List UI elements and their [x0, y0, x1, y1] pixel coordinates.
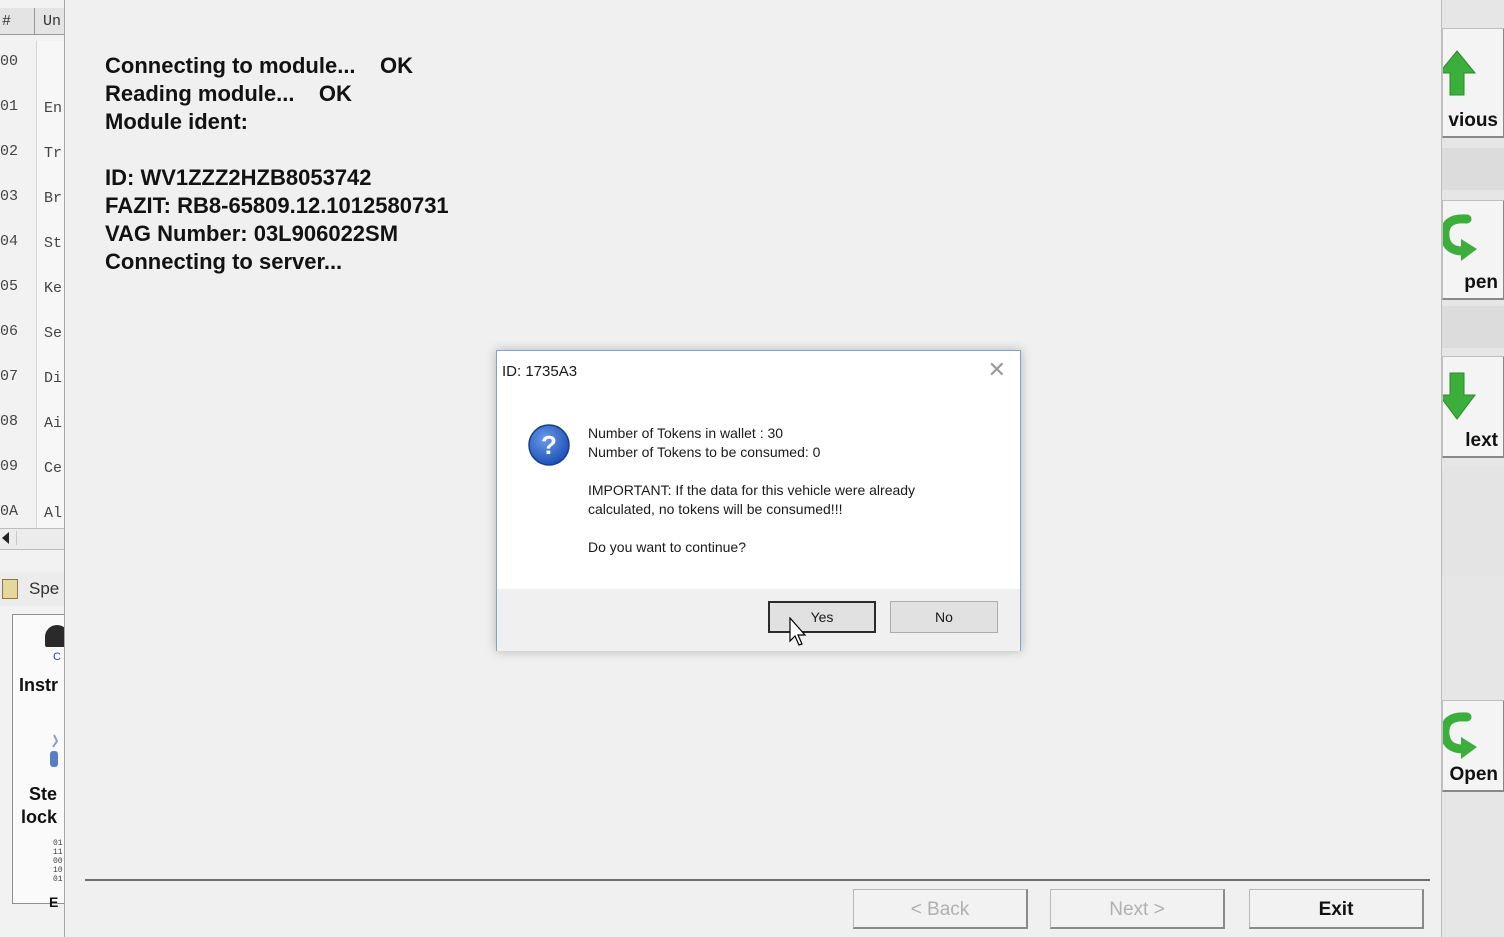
module-name: Di: [36, 356, 64, 401]
log-line: Connecting to server...: [105, 249, 343, 274]
previous-button[interactable]: vious: [1442, 28, 1504, 138]
open-button-2-label: Open: [1449, 764, 1498, 785]
log-line: VAG Number: 03L906022SM: [105, 221, 399, 246]
module-address: 05: [0, 278, 19, 295]
wrench-doc-icon: [2, 579, 18, 599]
module-name: [36, 41, 64, 86]
column-header-number[interactable]: #: [2, 13, 11, 30]
steering-lock-icon[interactable]: [47, 733, 61, 771]
binary-data-icon[interactable]: 01 11 00 10 01: [53, 839, 63, 884]
module-address: 08: [0, 413, 19, 430]
column-header-name[interactable]: Un: [34, 8, 61, 34]
mouse-pointer-icon: [789, 617, 807, 646]
toolbar-separator: [1442, 148, 1504, 190]
dialog-title: ID: 1735A3: [502, 363, 578, 380]
important-note-line2: calculated, no tokens will be consumed!!…: [588, 501, 843, 517]
module-address: 09: [0, 458, 19, 475]
module-name: En: [36, 86, 64, 131]
module-list-row[interactable]: 06 Se: [0, 311, 64, 356]
module-name: Br: [36, 176, 64, 221]
scrollbar-thumb[interactable]: [16, 531, 63, 545]
module-address: 00: [0, 53, 19, 70]
special-functions-header: Spe: [0, 572, 64, 606]
module-name: Ke: [36, 266, 64, 311]
module-name: Tr: [36, 131, 64, 176]
instruments-item-label[interactable]: Instr: [19, 674, 58, 697]
log-line: Connecting to module... OK: [105, 53, 413, 78]
module-list-row[interactable]: 08 Ai: [0, 401, 64, 446]
open-button-1[interactable]: pen: [1442, 200, 1504, 300]
no-button[interactable]: No: [890, 601, 998, 633]
module-list-row[interactable]: 02 Tr: [0, 131, 64, 176]
next-toolbar-button[interactable]: lext: [1442, 356, 1504, 458]
instrument-cluster-icon[interactable]: [45, 625, 64, 647]
right-toolbar: vious pen lext Open: [1441, 0, 1504, 937]
module-list-row[interactable]: 05 Ke: [0, 266, 64, 311]
module-list-row[interactable]: 09 Ce: [0, 446, 64, 491]
previous-button-label: vious: [1448, 110, 1498, 131]
special-functions-list: C Instr Ste lock 01 11 00 10 01 E: [12, 614, 64, 910]
module-address: 02: [0, 143, 19, 160]
module-name: Ce: [36, 446, 64, 491]
module-name: St: [36, 221, 64, 266]
scroll-left-arrow-icon[interactable]: [2, 532, 9, 544]
steering-lock-item-label-line2[interactable]: lock: [21, 806, 57, 829]
tokens-in-wallet-text: Number of Tokens in wallet : 30: [588, 425, 784, 441]
module-list-row[interactable]: 00: [0, 41, 64, 86]
question-icon: ?: [528, 424, 570, 466]
module-address: 06: [0, 323, 19, 340]
toolbar-separator: [1442, 306, 1504, 348]
log-line: Reading module... OK: [105, 81, 352, 106]
dialog-message: Number of Tokens in wallet : 30 Number o…: [588, 424, 915, 557]
curved-arrow-icon: [1443, 712, 1477, 759]
module-name: Se: [36, 311, 64, 356]
token-confirm-dialog: ID: 1735A3 ✕ ? Number of Tokens in walle…: [496, 350, 1021, 651]
module-address: 04: [0, 233, 19, 250]
module-address: 03: [0, 188, 19, 205]
connection-log: Connecting to module... OK Reading module…: [105, 52, 449, 276]
module-address: 07: [0, 368, 19, 385]
module-list-row[interactable]: 07 Di: [0, 356, 64, 401]
module-list-row[interactable]: 01 En: [0, 86, 64, 131]
module-address: 0A: [0, 503, 19, 520]
open-button-1-label: pen: [1464, 272, 1498, 293]
instrument-cluster-icon-sub: C: [53, 651, 61, 663]
open-button-2[interactable]: Open: [1442, 700, 1504, 792]
svg-text:?: ?: [541, 430, 557, 460]
module-name: Ai: [36, 401, 64, 446]
dialog-button-bar: Yes No: [497, 589, 1020, 651]
arrow-down-icon: [1443, 372, 1476, 420]
module-address: 01: [0, 98, 19, 115]
tokens-consumed-text: Number of Tokens to be consumed: 0: [588, 444, 821, 460]
back-button[interactable]: < Back: [853, 889, 1028, 929]
horizontal-scrollbar[interactable]: [0, 528, 64, 550]
footer-divider: [85, 879, 1430, 881]
special-functions-label: Spe: [29, 579, 60, 598]
arrow-up-icon: [1443, 50, 1477, 96]
module-list-row[interactable]: 03 Br: [0, 176, 64, 221]
log-line: FAZIT: RB8-65809.12.1012580731: [105, 193, 449, 218]
next-toolbar-button-label: lext: [1465, 430, 1498, 451]
module-list-header: # Un: [0, 8, 64, 35]
module-list-panel: # Un 00 01 En 02 Tr 03 Br 04 St 05 Ke 06 Se 07 Di 08 Ai 0…: [0, 0, 65, 937]
module-list-row[interactable]: 04 St: [0, 221, 64, 266]
yes-button[interactable]: Yes: [768, 601, 876, 633]
partial-item-label[interactable]: E: [49, 891, 58, 914]
steering-lock-item-label-line1[interactable]: Ste: [29, 783, 57, 806]
log-line: ID: WV1ZZZ2HZB8053742: [105, 165, 372, 190]
exit-button[interactable]: Exit: [1249, 889, 1424, 929]
next-button[interactable]: Next >: [1050, 889, 1225, 929]
important-note-line1: IMPORTANT: If the data for this vehicle …: [588, 482, 916, 498]
close-icon[interactable]: ✕: [988, 357, 1006, 383]
toolbar-separator: [1442, 466, 1504, 576]
log-line: Module ident:: [105, 109, 248, 134]
curved-arrow-icon: [1443, 214, 1477, 261]
continue-question: Do you want to continue?: [588, 539, 746, 555]
